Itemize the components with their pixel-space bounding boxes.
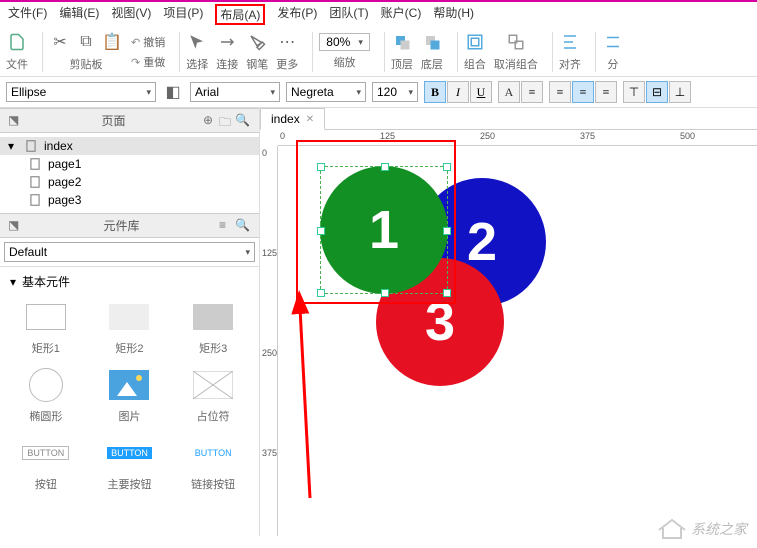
- paste-icon[interactable]: 📋: [101, 31, 123, 53]
- more-label: 更多: [276, 56, 298, 72]
- bottom-label: 底层: [421, 56, 443, 72]
- add-folder-icon[interactable]: 🗀: [219, 113, 235, 129]
- select-label: 选择: [186, 56, 208, 72]
- shape-combo[interactable]: Ellipse▾: [6, 82, 156, 102]
- search-icon[interactable]: 🔍: [235, 113, 251, 129]
- lib-rect3[interactable]: 矩形3: [173, 296, 253, 360]
- menu-team[interactable]: 团队(T): [329, 4, 368, 25]
- tab-bar: index✕: [260, 108, 757, 130]
- bottom-icon[interactable]: [421, 31, 443, 53]
- pen-icon[interactable]: [246, 31, 268, 53]
- font-combo[interactable]: Arial▾: [190, 82, 280, 102]
- file-icon[interactable]: [6, 31, 28, 53]
- lib-category[interactable]: ▾基本元件: [0, 267, 259, 296]
- main-toolbar: 文件 ✂ ⧉ 📋 剪贴板 ↶ 撤销 ↷ 重做 选择 连接 钢笔 ⋯ 更多 80%…: [0, 27, 757, 77]
- format-bar: Ellipse▾ ◧ Arial▾ Negreta▾ 120▾ B I U A …: [0, 77, 757, 108]
- annotation-box: [296, 140, 456, 304]
- weight-combo[interactable]: Negreta▾: [286, 82, 366, 102]
- lib-search-icon[interactable]: 🔍: [235, 218, 251, 234]
- tab-index[interactable]: index✕: [260, 108, 325, 130]
- ruler-vertical: 0 125 250 375: [260, 146, 278, 536]
- lib-menu-icon[interactable]: ≡: [219, 218, 235, 234]
- connect-label: 连接: [216, 56, 238, 72]
- watermark: 系统之家: [657, 518, 747, 540]
- tree-page3[interactable]: page3: [0, 191, 259, 209]
- distribute-label: 分: [607, 56, 618, 72]
- left-panel: ⬔ 页面 ⊕ 🗀 🔍 ▾index page1 page2 page3 ⬔ 元件…: [0, 108, 260, 536]
- redo-btn[interactable]: ↷ 重做: [131, 54, 165, 70]
- menu-account[interactable]: 账户(C): [381, 4, 422, 25]
- top-icon[interactable]: [391, 31, 413, 53]
- lib-header: ⬔ 元件库 ≡ 🔍: [0, 213, 259, 238]
- lib-grid: 矩形1 矩形2 矩形3 椭圆形 图片 占位符 BUTTON按钮 BUTTON主要…: [0, 296, 259, 502]
- menu-file[interactable]: 文件(F): [8, 4, 47, 25]
- align-left-btn[interactable]: ≡: [549, 81, 571, 103]
- bold-btn[interactable]: B: [424, 81, 446, 103]
- undo-btn[interactable]: ↶ 撤销: [131, 34, 165, 50]
- pin2-icon[interactable]: ⬔: [8, 218, 24, 234]
- tree-page1[interactable]: page1: [0, 155, 259, 173]
- lib-ellipse[interactable]: 椭圆形: [6, 364, 86, 428]
- size-combo[interactable]: 120▾: [372, 82, 418, 102]
- underline-btn[interactable]: U: [470, 81, 492, 103]
- clipboard-label: 剪贴板: [70, 56, 103, 72]
- pin-icon[interactable]: ⬔: [8, 113, 24, 129]
- select-icon[interactable]: [186, 31, 208, 53]
- lib-placeholder[interactable]: 占位符: [173, 364, 253, 428]
- zoom-label: 缩放: [334, 54, 356, 70]
- lib-rect2[interactable]: 矩形2: [90, 296, 170, 360]
- menu-layout[interactable]: 布局(A): [215, 4, 265, 25]
- canvas[interactable]: 2 3 1: [278, 146, 757, 536]
- valign-top-btn[interactable]: ⊤: [623, 81, 645, 103]
- canvas-area: index✕ 0 125 250 375 500 0 125 250 375 2…: [260, 108, 757, 536]
- italic-btn[interactable]: I: [447, 81, 469, 103]
- top-label: 顶层: [391, 56, 413, 72]
- menu-project[interactable]: 项目(P): [163, 4, 203, 25]
- close-icon[interactable]: ✕: [306, 114, 314, 125]
- fill-icon[interactable]: ◧: [162, 81, 184, 103]
- menu-publish[interactable]: 发布(P): [277, 4, 317, 25]
- tree-page2[interactable]: page2: [0, 173, 259, 191]
- align-right-btn[interactable]: ≡: [595, 81, 617, 103]
- menu-edit[interactable]: 编辑(E): [59, 4, 99, 25]
- more-icon[interactable]: ⋯: [276, 31, 298, 53]
- group-icon[interactable]: [464, 31, 486, 53]
- menu-view[interactable]: 视图(V): [111, 4, 151, 25]
- menubar: 文件(F) 编辑(E) 视图(V) 项目(P) 布局(A) 发布(P) 团队(T…: [0, 2, 757, 27]
- align-center-btn[interactable]: ≡: [572, 81, 594, 103]
- menu-help[interactable]: 帮助(H): [433, 4, 474, 25]
- distribute-icon[interactable]: [602, 31, 624, 53]
- zoom-combo[interactable]: 80%▾: [319, 33, 370, 51]
- connect-icon[interactable]: [216, 31, 238, 53]
- align-label: 对齐: [559, 56, 581, 72]
- tree-root[interactable]: ▾index: [0, 137, 259, 155]
- ungroup-icon[interactable]: [505, 31, 527, 53]
- lib-button-link[interactable]: BUTTON链接按钮: [173, 432, 253, 496]
- pen-label: 钢笔: [246, 56, 268, 72]
- copy-icon[interactable]: ⧉: [75, 31, 97, 53]
- group-label: 组合: [464, 56, 486, 72]
- pages-header: ⬔ 页面 ⊕ 🗀 🔍: [0, 108, 259, 133]
- page-tree: ▾index page1 page2 page3: [0, 133, 259, 213]
- list-btn[interactable]: ≡: [521, 81, 543, 103]
- lib-image[interactable]: 图片: [90, 364, 170, 428]
- lib-rect1[interactable]: 矩形1: [6, 296, 86, 360]
- valign-bot-btn[interactable]: ⊥: [669, 81, 691, 103]
- valign-mid-btn[interactable]: ⊟: [646, 81, 668, 103]
- text-color-btn[interactable]: A: [498, 81, 520, 103]
- lib-button-main[interactable]: BUTTON主要按钮: [90, 432, 170, 496]
- ungroup-label: 取消组合: [494, 56, 538, 72]
- cut-icon[interactable]: ✂: [49, 31, 71, 53]
- align-icon[interactable]: [559, 31, 581, 53]
- lib-default-combo[interactable]: Default▾: [4, 242, 255, 262]
- add-page-icon[interactable]: ⊕: [203, 113, 219, 129]
- lib-button[interactable]: BUTTON按钮: [6, 432, 86, 496]
- file-label: 文件: [6, 56, 28, 72]
